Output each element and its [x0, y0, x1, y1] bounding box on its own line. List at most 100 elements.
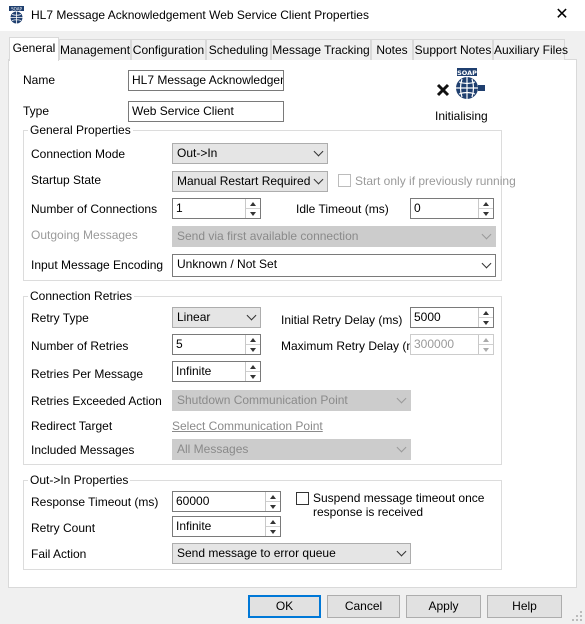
- input-encoding-select[interactable]: Unknown / Not Set: [172, 254, 496, 277]
- stepper-down-button[interactable]: [266, 527, 280, 537]
- arrow-up-icon: [270, 520, 276, 524]
- name-label: Name: [23, 73, 56, 87]
- connection-mode-label: Connection Mode: [31, 147, 126, 161]
- redirect-target-label: Redirect Target: [31, 419, 113, 433]
- type-label: Type: [23, 104, 50, 118]
- tab-scheduling[interactable]: Scheduling: [206, 39, 271, 60]
- tab-support-notes[interactable]: Support Notes: [413, 39, 493, 60]
- soap-globe-plug-icon: SOAP: [436, 68, 485, 99]
- tab-message-tracking[interactable]: Message Tracking: [271, 39, 371, 60]
- stepper-up-button[interactable]: [246, 199, 260, 209]
- fail-action-value: Send message to error queue: [177, 546, 336, 560]
- type-field: Web Service Client: [128, 101, 284, 122]
- stepper-up-button[interactable]: [479, 308, 493, 318]
- outgoing-messages-select[interactable]: Send via first available connection: [172, 226, 496, 247]
- arrow-down-icon: [270, 529, 276, 534]
- retries-per-message-stepper[interactable]: Infinite: [172, 361, 261, 382]
- arrow-down-icon: [483, 347, 489, 352]
- select-communication-point-link[interactable]: Select Communication Point: [172, 419, 323, 433]
- outgoing-messages-value: Send via first available connection: [177, 229, 359, 243]
- stepper-up-button[interactable]: [266, 517, 280, 527]
- stepper-down-button[interactable]: [479, 345, 493, 355]
- idle-timeout-stepper[interactable]: 0: [410, 198, 494, 219]
- arrow-up-icon: [250, 365, 256, 369]
- arrow-up-icon: [483, 202, 489, 206]
- arrow-down-icon: [250, 374, 256, 379]
- fail-action-label: Fail Action: [31, 547, 87, 561]
- help-button[interactable]: Help: [487, 595, 562, 618]
- max-delay-stepper[interactable]: 300000: [410, 334, 494, 355]
- connection-mode-select[interactable]: Out->In: [172, 143, 328, 164]
- retries-per-message-label: Retries Per Message: [31, 367, 144, 381]
- chevron-down-icon: [481, 229, 492, 239]
- chevron-down-icon: [481, 258, 492, 268]
- cancel-button[interactable]: Cancel: [327, 595, 400, 618]
- chevron-down-icon: [396, 546, 407, 556]
- stepper-up-button[interactable]: [266, 492, 280, 502]
- max-delay-value: 300000: [414, 337, 455, 351]
- stepper-buttons: [245, 335, 260, 354]
- svg-text:SOAP: SOAP: [11, 6, 22, 11]
- title-bar: SOAP HL7 Message Acknowledgement Web Ser…: [0, 0, 585, 31]
- response-timeout-label: Response Timeout (ms): [31, 495, 159, 509]
- retry-count-stepper[interactable]: Infinite: [172, 516, 281, 537]
- close-button[interactable]: ✕: [545, 4, 579, 26]
- retry-type-select[interactable]: Linear: [172, 307, 261, 328]
- response-timeout-value: 60000: [176, 494, 210, 508]
- included-messages-select[interactable]: All Messages: [172, 439, 411, 460]
- startup-state-select[interactable]: Manual Restart Required: [172, 171, 328, 192]
- stepper-up-button[interactable]: [246, 335, 260, 345]
- stepper-down-button[interactable]: [266, 502, 280, 512]
- fail-action-select[interactable]: Send message to error queue: [172, 543, 411, 564]
- arrow-down-icon: [483, 211, 489, 216]
- tab-general[interactable]: General: [9, 37, 59, 61]
- suspend-timeout-checkbox[interactable]: [296, 492, 309, 505]
- arrow-up-icon: [483, 311, 489, 315]
- svg-text:SOAP: SOAP: [457, 69, 477, 77]
- stepper-buttons: [478, 199, 493, 218]
- stepper-down-button[interactable]: [246, 209, 260, 219]
- arrow-up-icon: [483, 338, 489, 342]
- arrow-down-icon: [250, 347, 256, 352]
- stepper-up-button[interactable]: [479, 199, 493, 209]
- stepper-buttons: [478, 335, 493, 354]
- arrow-down-icon: [250, 211, 256, 216]
- stepper-buttons: [245, 362, 260, 381]
- tab-configuration[interactable]: Configuration: [131, 39, 206, 60]
- startup-state-label: Startup State: [31, 173, 102, 187]
- initial-delay-stepper[interactable]: 5000: [410, 307, 494, 328]
- stepper-down-button[interactable]: [479, 318, 493, 328]
- soap-plug-icon: SOAP: [9, 6, 24, 24]
- start-only-checkbox[interactable]: [338, 174, 351, 187]
- connection-retries-title: Connection Retries: [28, 289, 135, 303]
- tab-auxiliary-files[interactable]: Auxiliary Files: [493, 39, 568, 60]
- response-timeout-stepper[interactable]: 60000: [172, 491, 281, 512]
- name-field[interactable]: HL7 Message Acknowledgemer: [128, 70, 284, 91]
- tab-management[interactable]: Management: [59, 39, 131, 60]
- apply-button[interactable]: Apply: [406, 595, 481, 618]
- connection-mode-value: Out->In: [177, 146, 218, 160]
- retries-exceeded-select[interactable]: Shutdown Communication Point: [172, 390, 411, 411]
- stepper-up-button[interactable]: [479, 335, 493, 345]
- resize-grip-icon[interactable]: [571, 610, 583, 622]
- ok-button[interactable]: OK: [248, 595, 321, 618]
- arrow-up-icon: [250, 202, 256, 206]
- arrow-down-icon: [483, 320, 489, 325]
- stepper-down-button[interactable]: [246, 372, 260, 382]
- included-messages-label: Included Messages: [31, 443, 135, 457]
- out-in-properties-title: Out->In Properties: [28, 473, 131, 487]
- input-encoding-value: Unknown / Not Set: [177, 257, 278, 271]
- stepper-buttons: [265, 492, 280, 511]
- stepper-down-button[interactable]: [479, 209, 493, 219]
- retry-count-value: Infinite: [176, 519, 212, 533]
- num-retries-value: 5: [176, 337, 183, 351]
- arrow-up-icon: [250, 338, 256, 342]
- chevron-down-icon: [313, 174, 324, 184]
- stepper-down-button[interactable]: [246, 345, 260, 355]
- stepper-up-button[interactable]: [246, 362, 260, 372]
- num-retries-stepper[interactable]: 5: [172, 334, 261, 355]
- tab-notes[interactable]: Notes: [371, 39, 413, 60]
- num-connections-stepper[interactable]: 1: [172, 198, 261, 219]
- status-text: Initialising: [435, 109, 488, 123]
- arrow-up-icon: [270, 495, 276, 499]
